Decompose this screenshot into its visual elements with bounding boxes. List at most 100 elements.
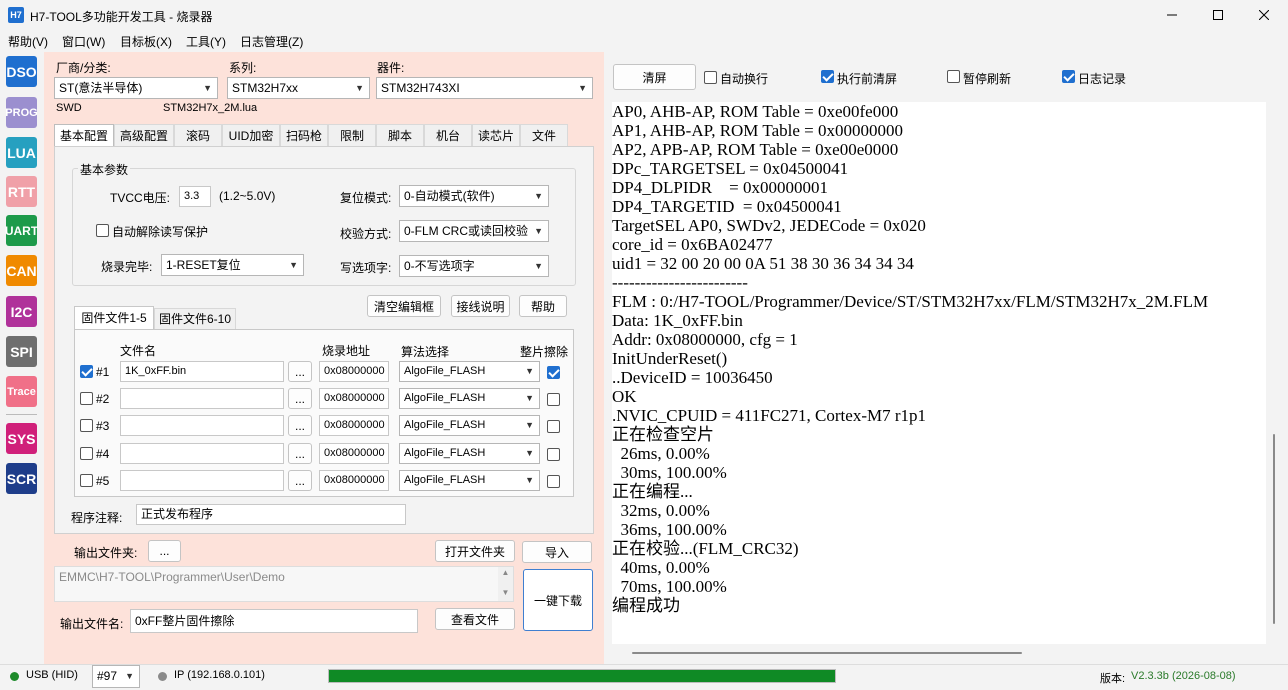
row-enable-checkbox[interactable] xyxy=(80,365,93,378)
close-icon xyxy=(1259,10,1269,20)
row-browse-button[interactable]: ... xyxy=(288,361,312,382)
series-label: 系列: xyxy=(229,61,257,75)
sidebar-uart[interactable]: UART xyxy=(5,215,38,246)
option-byte-select[interactable]: 0-不写选项字 ▼ xyxy=(399,255,549,277)
row-enable-checkbox[interactable] xyxy=(80,447,93,460)
autowrap-checkbox[interactable] xyxy=(704,71,717,84)
row-chip-erase-checkbox[interactable] xyxy=(547,475,560,488)
tab-rolling-code[interactable]: 滚码 xyxy=(174,124,222,146)
help-button[interactable]: 帮助 xyxy=(519,295,567,317)
output-folder-browse-button[interactable]: ... xyxy=(148,540,181,562)
log-output[interactable]: AP0, AHB-AP, ROM Table = 0xe00fe000 AP1, … xyxy=(612,102,1266,644)
verify-mode-select[interactable]: 0-FLM CRC或读回校验 ▼ xyxy=(399,220,549,242)
note-label: 程序注释: xyxy=(71,511,123,525)
row-chip-erase-checkbox[interactable] xyxy=(547,393,560,406)
tvcc-input[interactable]: 3.3 xyxy=(179,186,211,207)
menu-help[interactable]: 帮助(V) xyxy=(8,33,48,50)
row-filename-input[interactable] xyxy=(120,388,284,409)
tab-script[interactable]: 脚本 xyxy=(376,124,424,146)
tab-advanced[interactable]: 高级配置 xyxy=(114,124,174,146)
row-browse-button[interactable]: ... xyxy=(288,443,312,464)
row-address-input[interactable]: 0x08000000 xyxy=(319,388,389,409)
row-algorithm-select[interactable]: AlgoFile_FLASH ▼ xyxy=(399,415,540,436)
tab-file[interactable]: 文件 xyxy=(520,124,568,146)
output-folder-label: 输出文件夹: xyxy=(74,546,138,560)
sidebar-trace[interactable]: Trace xyxy=(6,376,37,407)
tab-firmware-1-5[interactable]: 固件文件1-5 xyxy=(74,306,154,330)
row-enable-checkbox[interactable] xyxy=(80,419,93,432)
row-address-input[interactable]: 0x08000000 xyxy=(319,443,389,464)
clear-screen-button[interactable]: 清屏 xyxy=(613,64,696,90)
open-folder-button[interactable]: 打开文件夹 xyxy=(435,540,515,562)
device-select[interactable]: STM32H743XI ▼ xyxy=(376,77,593,99)
tab-machine[interactable]: 机台 xyxy=(424,124,472,146)
sidebar-can[interactable]: CAN xyxy=(6,255,37,286)
pause-refresh-checkbox[interactable] xyxy=(947,70,960,83)
sidebar-lua[interactable]: LUA xyxy=(6,137,37,168)
sidebar-scr[interactable]: SCR xyxy=(6,463,37,494)
clear-before-run-checkbox[interactable] xyxy=(821,70,834,83)
log-scroll-thumb[interactable] xyxy=(1273,434,1275,624)
path-scrollbar[interactable]: ▲ ▼ xyxy=(498,567,513,601)
reset-mode-select[interactable]: 0-自动模式(软件) ▼ xyxy=(399,185,549,207)
row-filename-input[interactable] xyxy=(120,415,284,436)
option-byte-value: 0-不写选项字 xyxy=(404,259,475,273)
close-button[interactable] xyxy=(1241,0,1287,30)
sidebar-rtt[interactable]: RTT xyxy=(6,176,37,207)
row-filename-input[interactable] xyxy=(120,443,284,464)
row-address-input[interactable]: 0x08000000 xyxy=(319,415,389,436)
menu-window[interactable]: 窗口(W) xyxy=(62,33,105,50)
sidebar-sys[interactable]: SYS xyxy=(6,423,37,454)
tab-firmware-6-10[interactable]: 固件文件6-10 xyxy=(154,308,236,330)
row-enable-checkbox[interactable] xyxy=(80,474,93,487)
row-chip-erase-checkbox[interactable] xyxy=(547,366,560,379)
row-enable-checkbox[interactable] xyxy=(80,392,93,405)
ip-status-icon xyxy=(158,672,167,681)
series-select[interactable]: STM32H7xx ▼ xyxy=(227,77,370,99)
menu-target[interactable]: 目标板(X) xyxy=(120,33,172,50)
menu-tools[interactable]: 工具(Y) xyxy=(186,33,226,50)
tab-basic[interactable]: 基本配置 xyxy=(54,124,114,148)
row-filename-input[interactable] xyxy=(120,470,284,491)
row-browse-button[interactable]: ... xyxy=(288,415,312,436)
tab-uid-encrypt[interactable]: UID加密 xyxy=(222,124,280,146)
row-algorithm-select[interactable]: AlgoFile_FLASH ▼ xyxy=(399,470,540,491)
wiring-guide-button[interactable]: 接线说明 xyxy=(451,295,510,317)
sidebar-i2c[interactable]: I2C xyxy=(6,296,37,327)
log-record-checkbox[interactable] xyxy=(1062,70,1075,83)
row-address-input[interactable]: 0x08000000 xyxy=(319,361,389,382)
port-select[interactable]: #97 ▼ xyxy=(92,665,140,688)
log-horizontal-scrollbar[interactable] xyxy=(612,644,1266,660)
import-button[interactable]: 导入 xyxy=(522,541,592,563)
unlock-protection-checkbox[interactable] xyxy=(96,224,109,237)
clear-editor-button[interactable]: 清空编辑框 xyxy=(367,295,441,317)
tab-read-chip[interactable]: 读芯片 xyxy=(472,124,520,146)
sidebar-dso[interactable]: DSO xyxy=(6,56,37,87)
row-address-input[interactable]: 0x08000000 xyxy=(319,470,389,491)
sidebar-spi[interactable]: SPI xyxy=(6,336,37,367)
row-algorithm-select[interactable]: AlgoFile_FLASH ▼ xyxy=(399,361,540,382)
tab-scanner[interactable]: 扫码枪 xyxy=(280,124,328,146)
row-id: #3 xyxy=(96,419,110,433)
minimize-button[interactable] xyxy=(1149,0,1195,30)
after-program-label: 烧录完毕: xyxy=(101,260,153,274)
vendor-select[interactable]: ST(意法半导体) ▼ xyxy=(54,77,218,99)
row-filename-input[interactable]: 1K_0xFF.bin xyxy=(120,361,284,382)
view-file-button[interactable]: 查看文件 xyxy=(435,608,515,630)
maximize-button[interactable] xyxy=(1195,0,1241,30)
after-program-select[interactable]: 1-RESET复位 ▼ xyxy=(161,254,304,276)
sidebar-prog[interactable]: PROG xyxy=(5,97,38,128)
output-filename-input[interactable]: 0xFF整片固件擦除 xyxy=(130,609,418,633)
log-vertical-scrollbar[interactable] xyxy=(1266,102,1282,644)
row-browse-button[interactable]: ... xyxy=(288,388,312,409)
tab-limit[interactable]: 限制 xyxy=(328,124,376,146)
row-browse-button[interactable]: ... xyxy=(288,470,312,491)
row-chip-erase-checkbox[interactable] xyxy=(547,420,560,433)
note-input[interactable]: 正式发布程序 xyxy=(136,504,406,525)
row-algorithm-select[interactable]: AlgoFile_FLASH ▼ xyxy=(399,443,540,464)
row-chip-erase-checkbox[interactable] xyxy=(547,448,560,461)
row-algorithm-select[interactable]: AlgoFile_FLASH ▼ xyxy=(399,388,540,409)
log-hscroll-thumb[interactable] xyxy=(632,652,1022,654)
one-click-download-button[interactable]: 一键下载 xyxy=(523,569,593,631)
menu-log[interactable]: 日志管理(Z) xyxy=(240,33,303,50)
